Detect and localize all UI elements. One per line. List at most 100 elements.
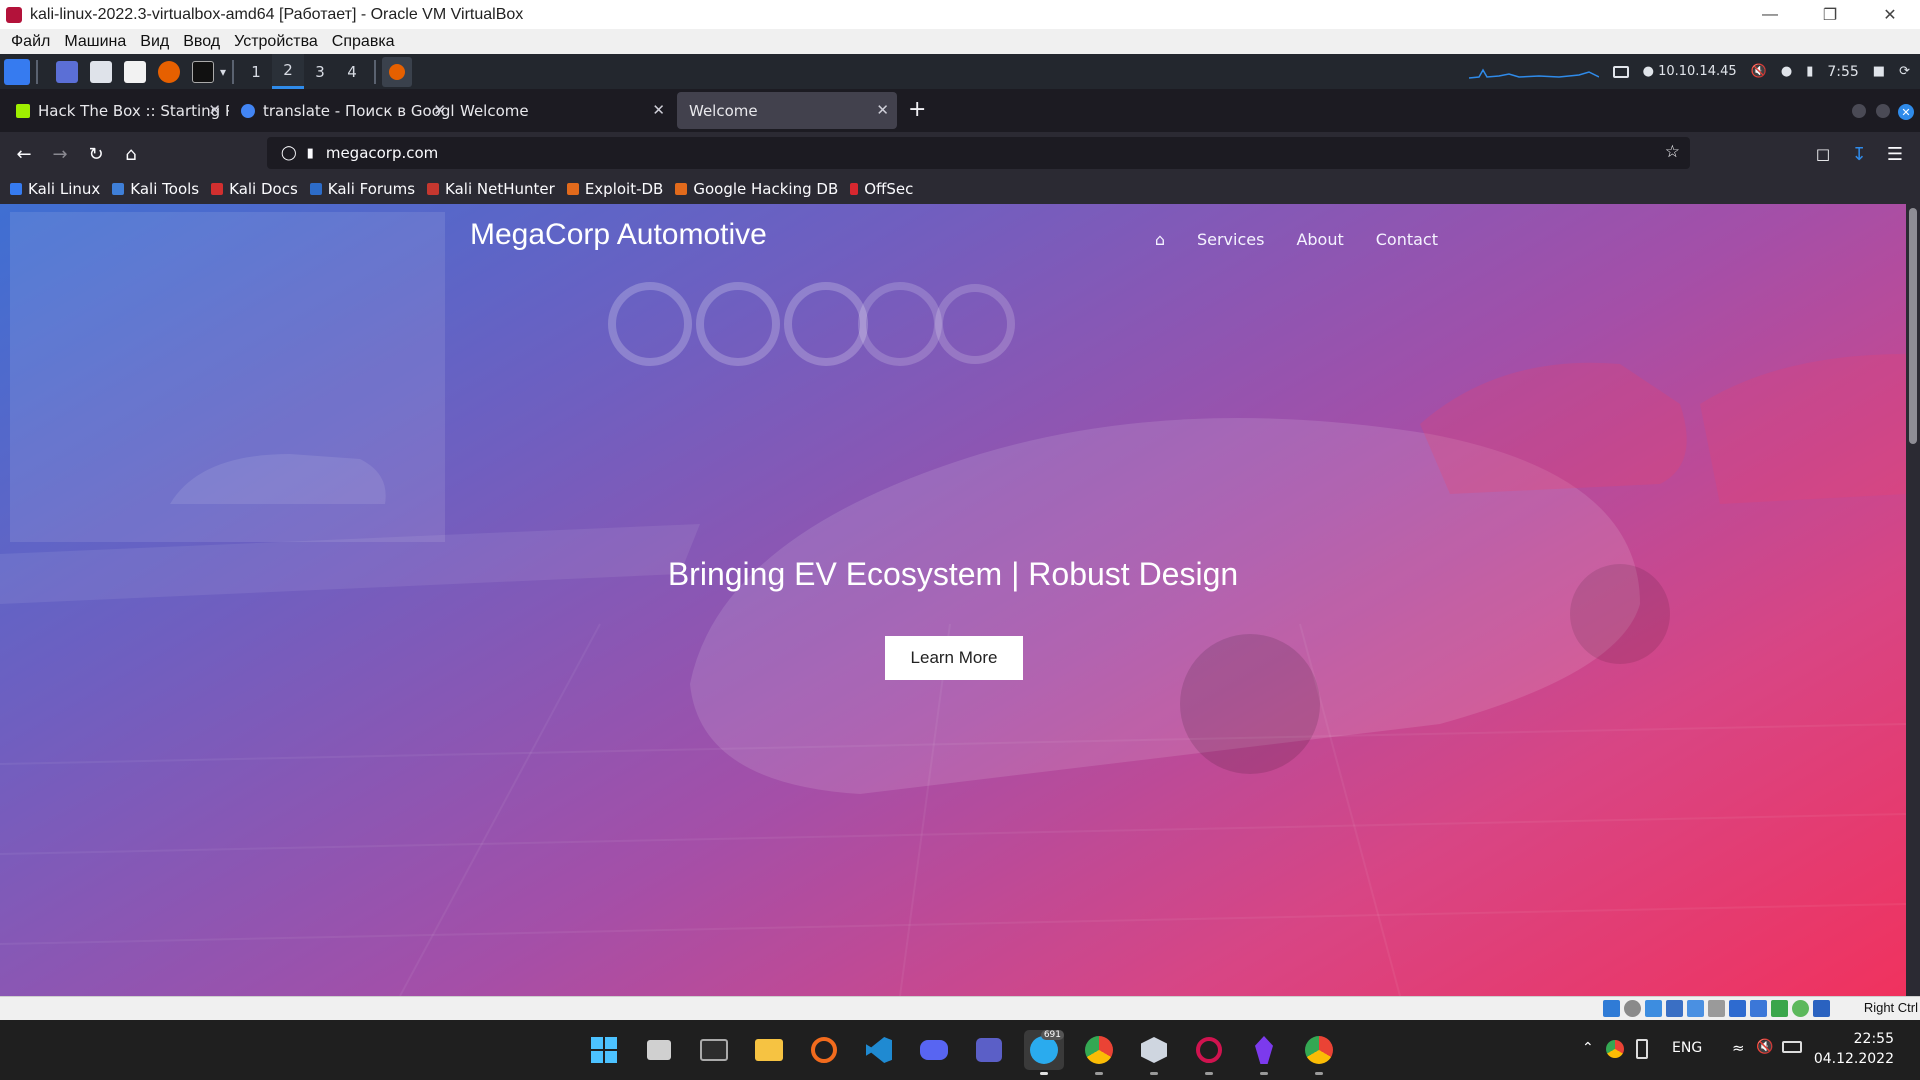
home-icon[interactable]: ⌂	[117, 140, 145, 168]
taskbar-clock[interactable]: 22:55 04.12.2022	[1814, 1029, 1894, 1069]
usb-icon[interactable]	[1687, 1000, 1704, 1017]
discord-app[interactable]	[914, 1030, 954, 1070]
scrollbar-thumb[interactable]	[1909, 208, 1917, 444]
site-brand[interactable]: MegaCorp Automotive	[470, 218, 767, 252]
minimize-button[interactable]: —	[1740, 0, 1800, 29]
virtualbox-app[interactable]	[1134, 1030, 1174, 1075]
panel-clock[interactable]: 7:55	[1827, 64, 1858, 80]
obsidian-app[interactable]	[1244, 1030, 1284, 1075]
learn-more-button[interactable]: Learn More	[885, 636, 1023, 680]
language-indicator[interactable]: ENG	[1672, 1040, 1702, 1056]
chrome-canary-app[interactable]	[1299, 1030, 1339, 1075]
restore-button[interactable]: ❐	[1800, 0, 1860, 29]
chrome-app[interactable]	[1079, 1030, 1119, 1075]
guest-additions-icon[interactable]	[1771, 1000, 1788, 1017]
close-tab-icon[interactable]: ✕	[433, 101, 446, 119]
menu-help[interactable]: Справка	[332, 33, 395, 51]
close-tab-icon[interactable]: ✕	[876, 101, 889, 119]
home-icon[interactable]: ⌂	[1155, 230, 1165, 249]
workspace-2[interactable]: 2	[272, 54, 305, 89]
text-editor-icon[interactable]	[124, 60, 146, 83]
bookmark-kali-tools[interactable]: Kali Tools	[112, 180, 199, 198]
shield-icon[interactable]: ◯	[281, 145, 297, 161]
bell-icon[interactable]: ●	[1781, 64, 1792, 79]
debian-vm-app[interactable]	[1189, 1030, 1229, 1075]
mouse-integration-icon[interactable]	[1813, 1000, 1830, 1017]
chevron-up-icon[interactable]: ⌃	[1582, 1040, 1594, 1056]
minimize-browser-icon[interactable]	[1852, 104, 1866, 118]
downloads-icon[interactable]: ↧	[1845, 140, 1873, 168]
task-view-button[interactable]	[639, 1030, 679, 1070]
close-tab-icon[interactable]: ✕	[652, 101, 665, 119]
menu-input[interactable]: Ввод	[183, 33, 220, 51]
insecure-lock-icon[interactable]: ▮	[307, 146, 314, 161]
terminal-launcher-icon[interactable]	[192, 60, 214, 83]
teams-app[interactable]	[969, 1030, 1009, 1070]
usb-drive-icon[interactable]	[1636, 1039, 1648, 1059]
workspace-3[interactable]: 3	[304, 54, 336, 89]
explorer-app[interactable]	[749, 1030, 789, 1070]
new-tab-button[interactable]: +	[908, 97, 926, 122]
cpu-activity-icon[interactable]	[1792, 1000, 1809, 1017]
file-manager-icon[interactable]	[90, 60, 112, 83]
chrome-tray-icon[interactable]	[1606, 1040, 1624, 1058]
tab-hackthebox[interactable]: Hack The Box :: Starting P ✕	[4, 92, 229, 129]
menu-view[interactable]: Вид	[140, 33, 169, 51]
start-button[interactable]	[584, 1030, 624, 1070]
nav-services[interactable]: Services	[1197, 230, 1264, 249]
firefox-window-button[interactable]	[382, 56, 413, 87]
battery-icon[interactable]	[1782, 1041, 1802, 1053]
bookmark-exploit-db[interactable]: Exploit-DB	[566, 180, 663, 198]
hard-disk-icon[interactable]	[1603, 1000, 1620, 1017]
chevron-down-icon[interactable]: ▾	[220, 65, 226, 79]
bookmark-google-hacking-db[interactable]: Google Hacking DB	[675, 180, 838, 198]
page-scrollbar[interactable]	[1906, 204, 1920, 996]
video-capture-icon[interactable]	[1750, 1000, 1767, 1017]
telegram-app[interactable]: 691	[1024, 1030, 1064, 1075]
close-tab-icon[interactable]: ✕	[208, 101, 221, 119]
back-arrow-icon[interactable]: ←	[10, 140, 38, 168]
firefox-launcher-icon[interactable]	[158, 60, 180, 83]
reload-icon[interactable]: ↻	[82, 140, 110, 168]
window-list-icon[interactable]	[1612, 65, 1629, 78]
show-desktop-icon[interactable]	[56, 60, 78, 83]
bookmark-offsec[interactable]: OffSec	[850, 180, 913, 198]
terminal-app[interactable]	[694, 1030, 734, 1070]
url-text[interactable]: megacorp.com	[326, 144, 438, 162]
vpn-ip-label[interactable]: ● 10.10.14.45	[1643, 64, 1737, 79]
shared-folders-icon[interactable]	[1708, 1000, 1725, 1017]
pocket-icon[interactable]: □	[1809, 140, 1837, 168]
mute-icon[interactable]: 🔇	[1751, 64, 1767, 79]
tab-welcome-active[interactable]: Welcome ✕	[677, 92, 897, 129]
menu-devices[interactable]: Устройства	[234, 33, 318, 51]
bookmark-kali-nethunter[interactable]: Kali NetHunter	[427, 180, 555, 198]
close-browser-icon[interactable]: ✕	[1898, 104, 1914, 120]
media-app[interactable]	[804, 1030, 844, 1070]
optical-drive-icon[interactable]	[1624, 1000, 1641, 1017]
url-bar[interactable]: ◯ ▮ megacorp.com ☆	[267, 137, 1690, 169]
tab-welcome[interactable]: Welcome ✕	[448, 92, 673, 129]
vscode-app[interactable]	[859, 1030, 899, 1070]
nav-contact[interactable]: Contact	[1376, 230, 1438, 249]
menu-file[interactable]: Файл	[11, 33, 50, 51]
kali-menu-icon[interactable]	[4, 58, 30, 85]
bookmark-star-icon[interactable]: ☆	[1665, 142, 1680, 162]
nav-about[interactable]: About	[1296, 230, 1343, 249]
bookmark-kali-forums[interactable]: Kali Forums	[309, 180, 415, 198]
menu-machine[interactable]: Машина	[64, 33, 126, 51]
bookmark-kali-docs[interactable]: Kali Docs	[211, 180, 298, 198]
maximize-browser-icon[interactable]	[1876, 104, 1890, 118]
tab-translate[interactable]: translate - Поиск в Googl ✕	[229, 92, 454, 129]
volume-muted-icon[interactable]: 🔇	[1756, 1039, 1773, 1055]
power-icon[interactable]: ⟳	[1899, 64, 1910, 79]
lock-screen-icon[interactable]: ■	[1873, 64, 1885, 79]
network-icon[interactable]	[1666, 1000, 1683, 1017]
close-window-button[interactable]: ✕	[1860, 0, 1920, 29]
menu-icon[interactable]: ☰	[1881, 140, 1909, 168]
wifi-icon[interactable]: ≈	[1732, 1039, 1745, 1057]
bookmark-kali-linux[interactable]: Kali Linux	[10, 180, 100, 198]
forward-arrow-icon[interactable]: →	[46, 140, 74, 168]
battery-icon[interactable]: ▮	[1806, 64, 1813, 79]
display-icon[interactable]	[1729, 1000, 1746, 1017]
workspace-4[interactable]: 4	[336, 54, 368, 89]
